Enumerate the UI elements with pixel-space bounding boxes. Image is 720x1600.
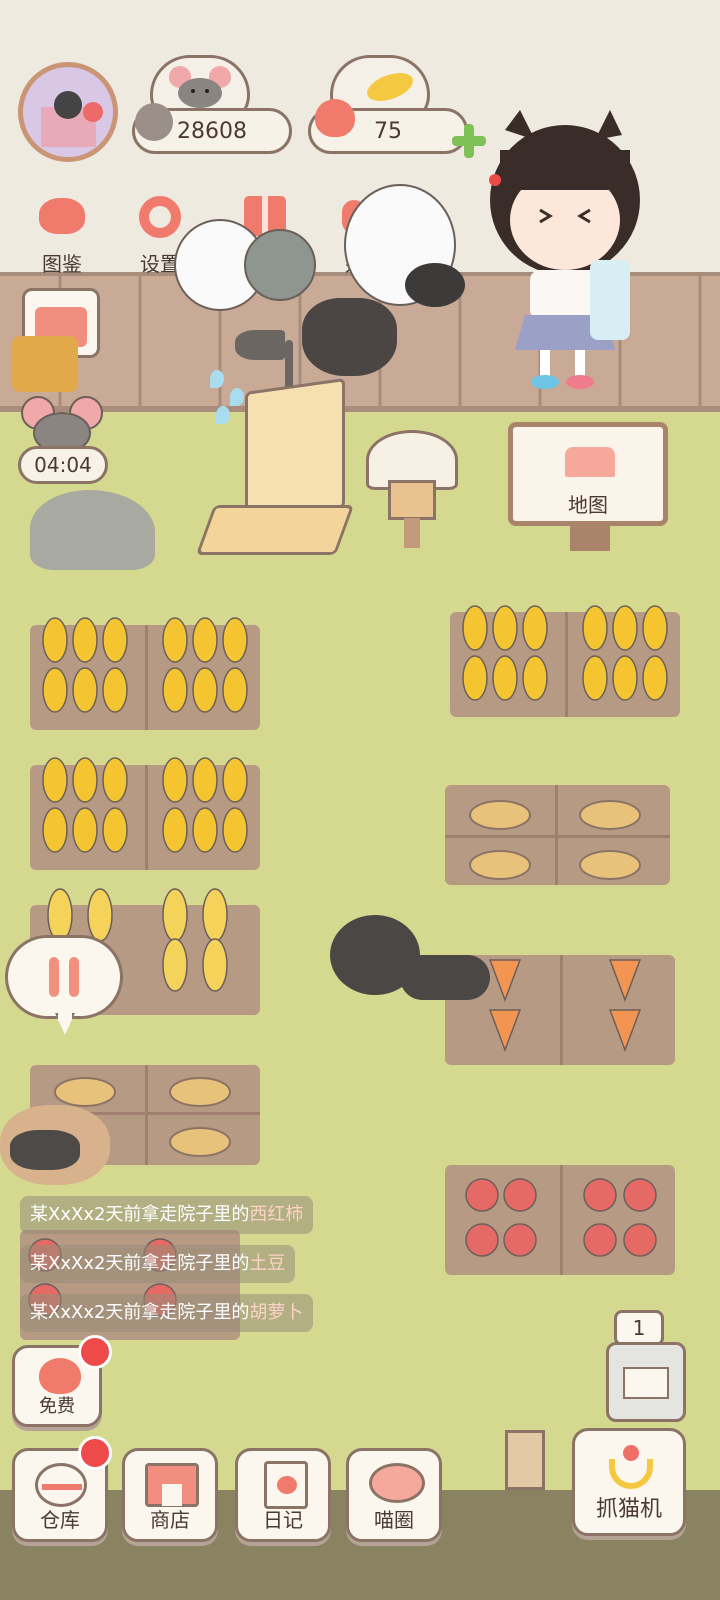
shop-icon [145, 1463, 199, 1507]
claw-count: 1 [632, 1316, 646, 1340]
claw-machine-label: 抓猫机 [595, 1497, 662, 1522]
claw-machine-button[interactable]: 抓猫机 [572, 1428, 686, 1536]
free-label: 免费 [39, 1396, 75, 1417]
message-text: 某XxXx2天前拿走院子里的 [30, 1302, 250, 1323]
claw-icon [609, 1445, 653, 1491]
warehouse-notification-dot [78, 1436, 112, 1470]
farm-scene: 28608 75 图鉴 设置 公告 好友 [0, 0, 720, 1600]
theft-message-1: 某XxXx2天前拿走院子里的西红柿 [20, 1196, 314, 1234]
shop-button[interactable]: 商店 [122, 1448, 218, 1542]
diary-button[interactable]: 日记 [235, 1448, 331, 1542]
claw-machine-cabinet[interactable] [606, 1342, 686, 1422]
claw-arrow-icon [623, 1367, 669, 1399]
message-item: 西红柿 [249, 1204, 304, 1225]
diary-label: 日记 [263, 1508, 303, 1532]
food-bubble[interactable] [5, 935, 125, 1040]
warehouse-label: 仓库 [40, 1508, 80, 1532]
fence-post [505, 1430, 545, 1490]
cat-circle-button[interactable]: 喵圈 [346, 1448, 442, 1542]
diary-icon [264, 1461, 308, 1509]
message-text: 某XxXx2天前拿走院子里的 [30, 1204, 250, 1225]
cat-planet-icon [369, 1463, 425, 1503]
cat-circle-label: 喵圈 [374, 1508, 414, 1532]
claw-machine-counter: 1 [614, 1310, 664, 1346]
shop-label: 商店 [150, 1508, 190, 1532]
message-item: 胡萝卜 [249, 1302, 304, 1323]
theft-message-2: 某XxXx2天前拿走院子里的土豆 [20, 1245, 296, 1283]
fork-knife-icon [43, 957, 87, 997]
free-notification-dot [78, 1335, 112, 1369]
black-dog[interactable] [330, 915, 490, 1000]
message-text: 某XxXx2天前拿走院子里的 [30, 1253, 250, 1274]
heart-icon [39, 1358, 81, 1394]
pug-dog[interactable] [0, 1105, 120, 1200]
message-item: 土豆 [249, 1253, 286, 1274]
warehouse-icon [35, 1463, 87, 1507]
theft-message-3: 某XxXx2天前拿走院子里的胡萝卜 [20, 1294, 314, 1332]
